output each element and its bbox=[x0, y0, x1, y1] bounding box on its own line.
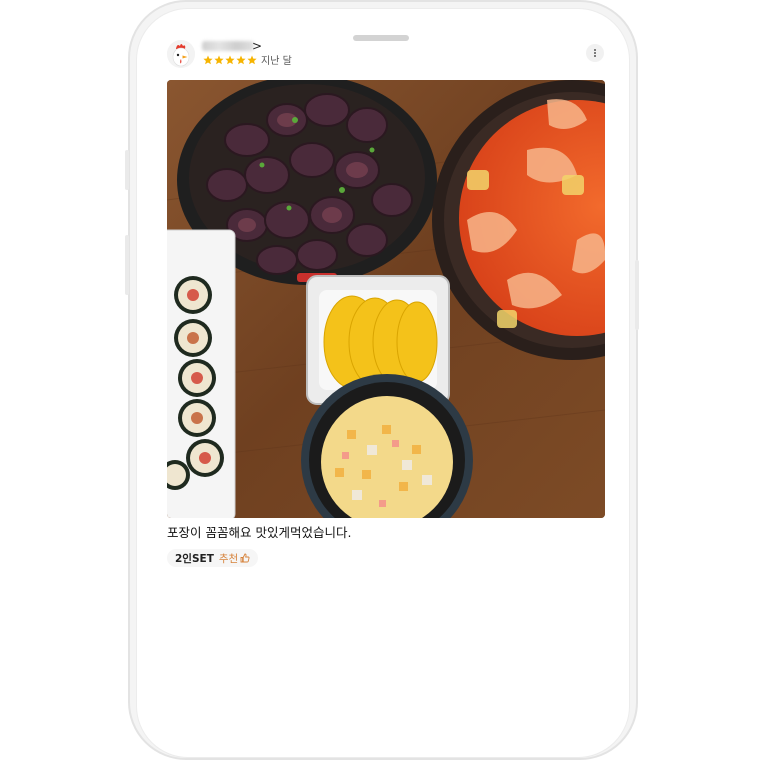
phone-side-button bbox=[125, 235, 129, 295]
menu-recommend-chip: 2인SET 추천 bbox=[167, 549, 259, 567]
rating-stars bbox=[203, 55, 257, 67]
author-name-blurred[interactable] bbox=[202, 41, 254, 51]
review-text: 포장이 꼼꼼해요 맛있게먹었습니다. bbox=[167, 525, 352, 540]
phone-speaker bbox=[353, 35, 409, 41]
menu-item-label: 2인SET bbox=[175, 552, 214, 565]
recommend-tag: 추천 bbox=[219, 551, 250, 566]
review-photo[interactable] bbox=[167, 80, 605, 518]
review-date: 지난 달 bbox=[261, 56, 292, 67]
star-icon bbox=[236, 55, 246, 65]
chicken-avatar-icon bbox=[167, 40, 195, 68]
star-icon bbox=[203, 55, 213, 65]
food-photo-illustration bbox=[167, 80, 605, 518]
recommend-label: 추천 bbox=[218, 552, 239, 565]
author-chevron-icon[interactable]: > bbox=[252, 38, 262, 54]
user-avatar[interactable] bbox=[167, 40, 195, 68]
thumbs-up-icon bbox=[240, 553, 250, 563]
star-icon bbox=[214, 55, 224, 65]
star-icon bbox=[247, 55, 257, 65]
phone-side-button bbox=[635, 260, 639, 330]
more-options-icon[interactable] bbox=[586, 44, 604, 62]
star-icon bbox=[225, 55, 235, 65]
phone-side-button bbox=[125, 150, 129, 190]
